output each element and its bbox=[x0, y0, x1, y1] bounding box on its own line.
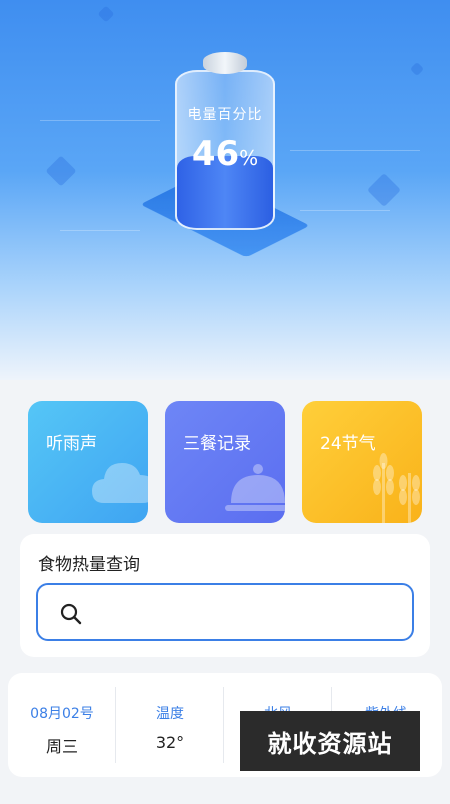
food-cover-icon bbox=[225, 464, 285, 511]
search-icon bbox=[60, 603, 82, 625]
battery-hero: 电量百分比 46% bbox=[0, 0, 450, 380]
decor-square bbox=[45, 155, 77, 187]
battery-label: 电量百分比 bbox=[187, 107, 263, 123]
temperature-label: 温度 bbox=[156, 706, 184, 722]
watermark: 就收资源站 bbox=[240, 711, 420, 771]
card-rain-sound[interactable]: 听雨声 bbox=[28, 401, 148, 523]
decor-square bbox=[97, 5, 115, 23]
temperature-value: 32° bbox=[155, 733, 185, 752]
card-label: 听雨声 bbox=[46, 434, 97, 454]
battery-percent-unit: % bbox=[239, 146, 259, 170]
wheat-icon bbox=[373, 453, 420, 523]
search-box[interactable] bbox=[36, 583, 414, 641]
decor-line bbox=[60, 230, 140, 231]
temperature-column: 温度 32° bbox=[116, 673, 224, 777]
date-text: 08月02号 bbox=[30, 706, 94, 722]
feature-cards: 听雨声 三餐记录 24节气 bbox=[28, 401, 422, 523]
date-column: 08月02号 周三 bbox=[8, 673, 116, 777]
battery-indicator: 电量百分比 46% bbox=[140, 30, 310, 260]
card-label: 三餐记录 bbox=[183, 434, 251, 454]
battery-value: 46% bbox=[140, 134, 310, 174]
battery-cap bbox=[203, 52, 247, 74]
battery-percent-number: 46 bbox=[191, 134, 240, 174]
card-solar-terms[interactable]: 24节气 bbox=[302, 401, 422, 523]
search-title: 食物热量查询 bbox=[38, 555, 140, 575]
search-input[interactable] bbox=[90, 595, 400, 631]
cloud-icon bbox=[92, 463, 148, 503]
decor-square bbox=[409, 61, 425, 77]
weekday-text: 周三 bbox=[45, 737, 78, 756]
decor-square bbox=[367, 173, 401, 207]
decor-line bbox=[300, 210, 390, 211]
food-calorie-search-panel: 食物热量查询 bbox=[20, 534, 430, 657]
card-meal-log[interactable]: 三餐记录 bbox=[165, 401, 285, 523]
card-label: 24节气 bbox=[320, 434, 376, 454]
